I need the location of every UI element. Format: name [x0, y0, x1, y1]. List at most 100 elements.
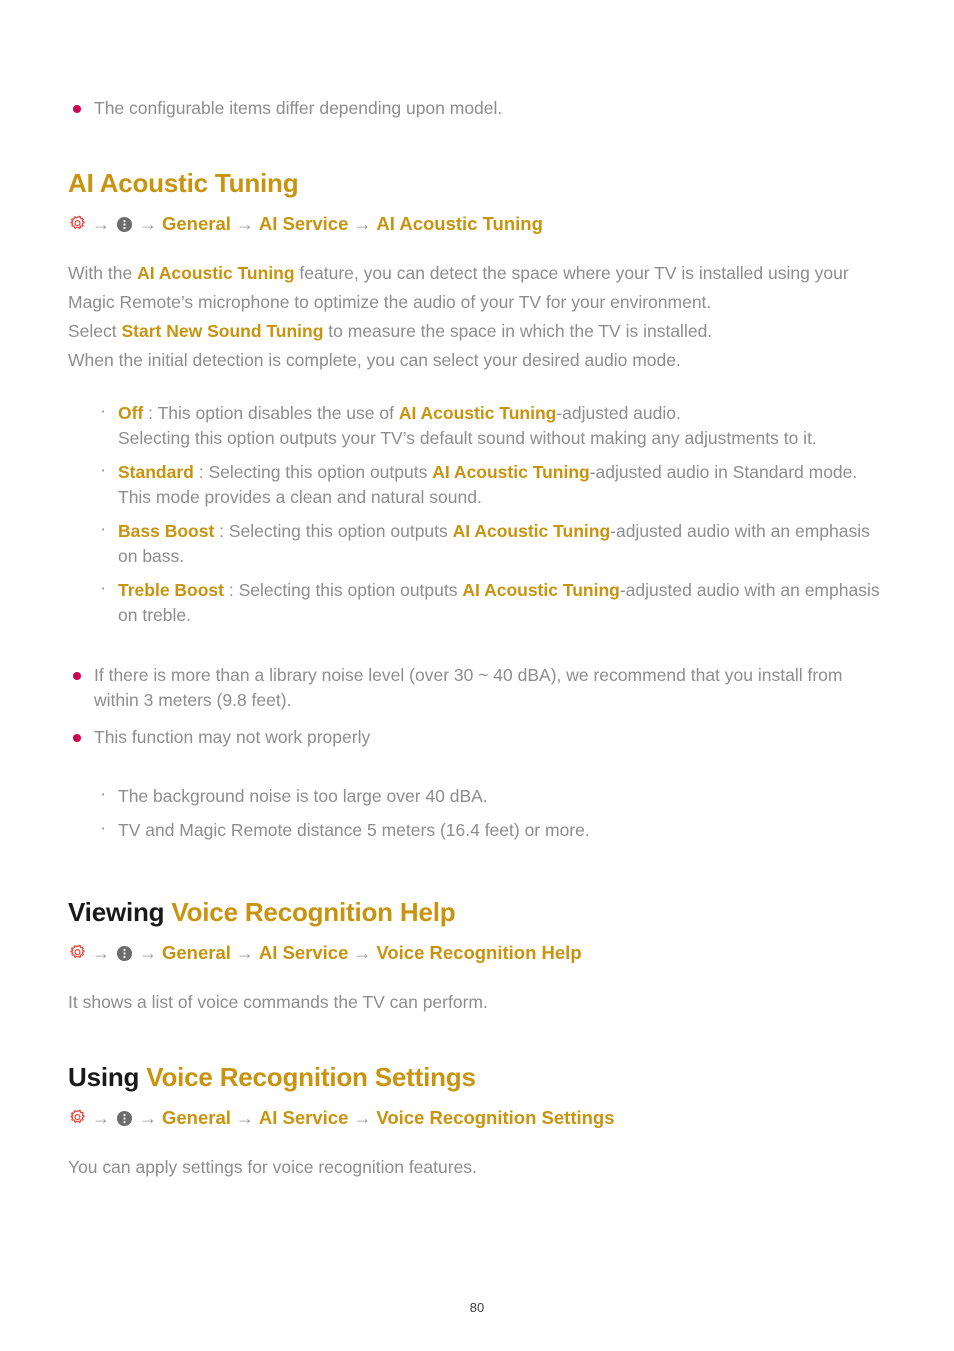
breadcrumb-arrow-icon: →	[235, 1108, 254, 1128]
breadcrumb: → → General → AI Service → Voice Recogni…	[68, 1105, 890, 1131]
sub-note-text: The background noise is too large over 4…	[118, 786, 488, 806]
inline-highlight: Start New Sound Tuning	[121, 321, 324, 341]
breadcrumb-item-ai-acoustic-tuning[interactable]: AI Acoustic Tuning	[376, 211, 543, 237]
section-paragraph: It shows a list of voice commands the TV…	[68, 988, 890, 1017]
breadcrumb-item-ai-service[interactable]: AI Service	[259, 940, 348, 966]
page-title: Viewing Voice Recognition Help	[68, 896, 890, 928]
document-page: The configurable items differ depending …	[0, 0, 954, 1351]
breadcrumb-arrow-icon: →	[353, 943, 372, 963]
page-title: AI Acoustic Tuning	[68, 167, 890, 199]
more-options-icon	[115, 944, 134, 963]
section-heading-plain: Viewing	[68, 897, 172, 927]
sub-notes-list: The background noise is too large over 4…	[68, 782, 890, 843]
inline-highlight: AI Acoustic Tuning	[137, 263, 295, 283]
paragraph-text: Select	[68, 321, 122, 341]
option-extra: Selecting this option outputs your TV’s …	[118, 428, 817, 448]
sub-note-text: TV and Magic Remote distance 5 meters (1…	[118, 820, 590, 840]
paragraph-text: It shows a list of voice commands the TV…	[68, 992, 488, 1012]
option-separator: :	[193, 462, 209, 482]
option-desc: -adjusted audio.	[556, 403, 681, 423]
option-name: Off	[118, 403, 144, 423]
breadcrumb-item-general[interactable]: General	[162, 1105, 231, 1131]
note-text: This function may not work properly	[94, 727, 371, 747]
breadcrumb-arrow-icon: →	[92, 1108, 110, 1128]
list-item: Standard : Selecting this option outputs…	[94, 458, 890, 510]
option-extra: This mode provides a clean and natural s…	[118, 487, 482, 507]
breadcrumb-arrow-icon: →	[353, 214, 372, 234]
breadcrumb-item-ai-service[interactable]: AI Service	[259, 1105, 348, 1131]
paragraph-text: You can apply settings for voice recogni…	[68, 1157, 477, 1177]
note-text: If there is more than a library noise le…	[94, 665, 843, 710]
list-item: Treble Boost : Selecting this option out…	[94, 576, 890, 628]
more-options-icon	[115, 1109, 134, 1128]
list-item: TV and Magic Remote distance 5 meters (1…	[94, 816, 890, 843]
section-heading-accent: AI Acoustic Tuning	[68, 168, 299, 198]
audio-mode-option-list: Off : This option disables the use of AI…	[68, 399, 890, 628]
list-item: Bass Boost : Selecting this option outpu…	[94, 517, 890, 569]
section-paragraph: You can apply settings for voice recogni…	[68, 1153, 890, 1182]
intro-note-text: The configurable items differ depending …	[94, 98, 503, 118]
breadcrumb-arrow-icon: →	[139, 1108, 157, 1128]
breadcrumb-arrow-icon: →	[139, 214, 157, 234]
more-options-icon	[115, 215, 134, 234]
option-name: Bass Boost	[118, 521, 215, 541]
breadcrumb: → → General → AI Service → Voice Recogni…	[68, 940, 890, 966]
option-desc: Selecting this option outputs	[238, 580, 463, 600]
breadcrumb-arrow-icon: →	[92, 214, 110, 234]
page-number: 80	[469, 1300, 485, 1315]
page-content: The configurable items differ depending …	[68, 96, 890, 1182]
inline-highlight: AI Acoustic Tuning	[452, 521, 611, 541]
inline-highlight: AI Acoustic Tuning	[398, 403, 557, 423]
option-desc: Selecting this option outputs	[228, 521, 453, 541]
breadcrumb-arrow-icon: →	[235, 943, 254, 963]
page-title: Using Voice Recognition Settings	[68, 1061, 890, 1093]
bullet-item: The configurable items differ depending …	[68, 96, 890, 121]
breadcrumb-item-ai-service[interactable]: AI Service	[259, 211, 348, 237]
gear-icon	[68, 215, 87, 234]
option-desc: Selecting this option outputs	[208, 462, 433, 482]
list-item: Off : This option disables the use of AI…	[94, 399, 890, 451]
inline-highlight: AI Acoustic Tuning	[462, 580, 620, 600]
paragraph-text: With the	[68, 263, 138, 283]
section-heading-plain: Using	[68, 1062, 147, 1092]
breadcrumb-arrow-icon: →	[139, 943, 157, 963]
section-paragraph: With the AI Acoustic Tuning feature, you…	[68, 259, 890, 375]
breadcrumb-item-voice-recognition-help[interactable]: Voice Recognition Help	[376, 940, 581, 966]
gear-icon	[68, 944, 87, 963]
section-heading-accent: Voice Recognition Help	[171, 897, 456, 927]
breadcrumb: → → General → AI Service → AI Acoustic T…	[68, 211, 890, 237]
option-name: Standard	[118, 462, 194, 482]
option-separator: :	[214, 521, 229, 541]
option-desc: This option disables the use of	[157, 403, 399, 423]
option-separator: :	[143, 403, 158, 423]
section-heading-accent: Voice Recognition Settings	[146, 1062, 476, 1092]
breadcrumb-arrow-icon: →	[92, 943, 110, 963]
paragraph-text: When the initial detection is complete, …	[68, 350, 681, 370]
notes-list: If there is more than a library noise le…	[68, 663, 890, 750]
bullet-item: This function may not work properly	[68, 725, 890, 750]
breadcrumb-item-general[interactable]: General	[162, 940, 231, 966]
breadcrumb-arrow-icon: →	[235, 214, 254, 234]
breadcrumb-item-voice-recognition-settings[interactable]: Voice Recognition Settings	[376, 1105, 614, 1131]
option-name: Treble Boost	[118, 580, 224, 600]
bullet-item: If there is more than a library noise le…	[68, 663, 890, 713]
breadcrumb-arrow-icon: →	[353, 1108, 372, 1128]
breadcrumb-item-general[interactable]: General	[162, 211, 231, 237]
option-separator: :	[224, 580, 239, 600]
intro-note-list: The configurable items differ depending …	[68, 96, 890, 121]
paragraph-text: to measure the space in which the TV is …	[323, 321, 713, 341]
gear-icon	[68, 1109, 87, 1128]
inline-highlight: AI Acoustic Tuning	[432, 462, 590, 482]
option-desc: -adjusted audio in Standard mode.	[589, 462, 858, 482]
